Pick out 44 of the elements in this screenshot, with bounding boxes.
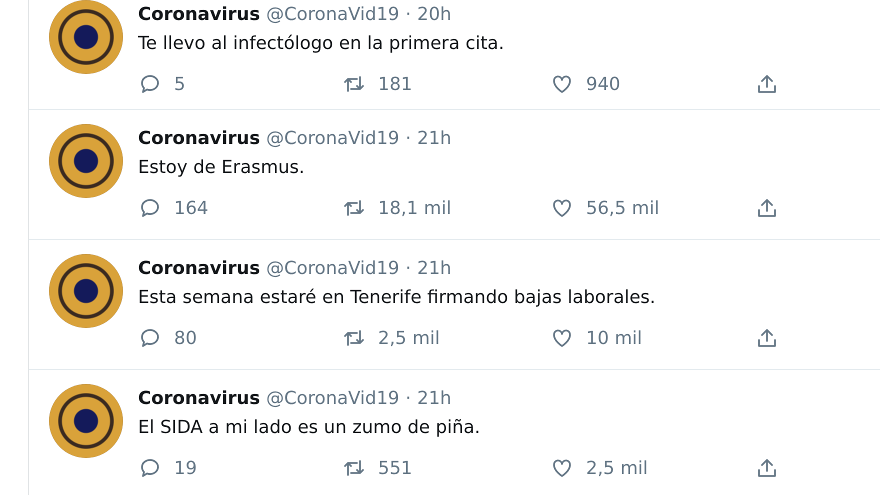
author-handle: @CoronaVid19: [266, 258, 400, 279]
author-handle: @CoronaVid19: [266, 4, 400, 25]
speech-bubble-icon: [138, 326, 162, 350]
tweet-time: 21h: [417, 388, 452, 409]
speech-bubble-icon: [138, 196, 162, 220]
author-name[interactable]: Coronavirus: [138, 258, 260, 279]
reply-button[interactable]: 80: [138, 326, 197, 350]
share-icon: [755, 72, 779, 96]
tweet-text: Te llevo al infectólogo en la primera cita.: [138, 33, 506, 54]
like-button[interactable]: 56,5 mil: [550, 196, 660, 220]
separator-dot: ·: [405, 388, 412, 409]
tweet-time: 21h: [417, 128, 452, 149]
speech-bubble-icon: [138, 456, 162, 480]
reply-button[interactable]: 19: [138, 456, 197, 480]
retweet-button[interactable]: 2,5 mil: [342, 326, 440, 350]
share-icon: [755, 326, 779, 350]
speech-bubble-icon: [138, 72, 162, 96]
reply-button[interactable]: 5: [138, 72, 186, 96]
retweet-button[interactable]: 181: [342, 72, 412, 96]
author-name[interactable]: Coronavirus: [138, 388, 260, 409]
tweet-time: 20h: [417, 4, 452, 25]
like-button[interactable]: 2,5 mil: [550, 456, 648, 480]
tweet-text: Esta semana estaré en Tenerife firmando bajas laborales.: [138, 287, 657, 308]
share-button[interactable]: [755, 326, 779, 350]
tweet-text: El SIDA a mi lado es un zumo de piña.: [138, 417, 482, 438]
share-icon: [755, 456, 779, 480]
retweet-button[interactable]: 551: [342, 456, 412, 480]
reply-button[interactable]: 164: [138, 196, 208, 220]
author-handle: @CoronaVid19: [266, 128, 400, 149]
like-button[interactable]: 940: [550, 72, 620, 96]
separator-dot: ·: [405, 128, 412, 149]
tweet-time: 21h: [417, 258, 452, 279]
retweet-button[interactable]: 18,1 mil: [342, 196, 452, 220]
share-button[interactable]: [755, 456, 779, 480]
author-handle: @CoronaVid19: [266, 388, 400, 409]
tweet-text: Estoy de Erasmus.: [138, 157, 306, 178]
author-name[interactable]: Coronavirus: [138, 128, 260, 149]
separator-dot: ·: [405, 4, 412, 25]
share-icon: [755, 196, 779, 220]
separator-dot: ·: [405, 258, 412, 279]
share-button[interactable]: [755, 72, 779, 96]
author-name[interactable]: Coronavirus: [138, 4, 260, 25]
share-button[interactable]: [755, 196, 779, 220]
like-button[interactable]: 10 mil: [550, 326, 642, 350]
